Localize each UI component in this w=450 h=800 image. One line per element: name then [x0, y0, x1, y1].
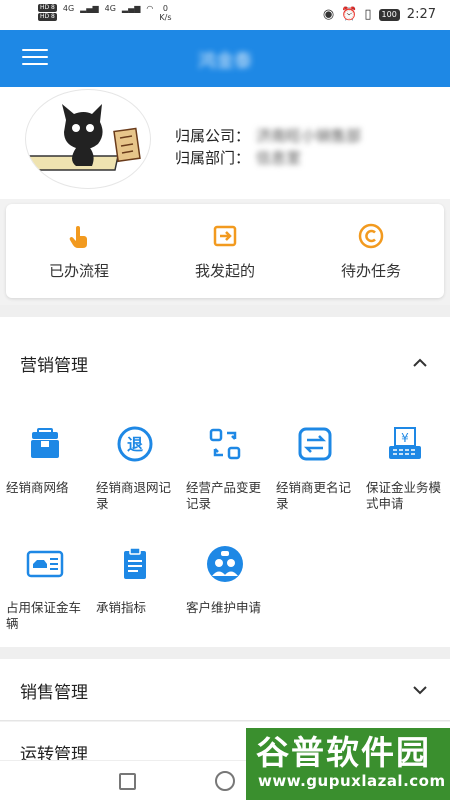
grid-item-label: 经销商退网记录	[96, 480, 172, 511]
sales-section: 销售管理	[0, 659, 450, 721]
car-card-icon	[26, 550, 64, 578]
marketing-section: 营销管理 经销商网络 退 经销商退网记录 经营产品变更记录 经销商更名记录 ¥ …	[0, 317, 450, 647]
vibrate-icon: ▯	[364, 7, 372, 22]
sim1-badge: HD 8	[38, 4, 57, 12]
svg-text:退: 退	[127, 435, 143, 454]
grid-item-deposit-vehicles[interactable]: 占用保证金车辆	[0, 544, 90, 632]
watermark-url: www.gupuxlazal.com	[258, 772, 446, 790]
sales-header[interactable]: 销售管理	[0, 659, 450, 721]
grid-item-label: 经销商网络	[6, 480, 69, 495]
battery-icon: 100	[378, 8, 400, 21]
sim-indicators: HD 8 HD 8	[38, 4, 57, 22]
net-speed-unit: K/s	[159, 13, 172, 22]
wifi-icon: ◠	[146, 4, 154, 13]
company-value: 济南旺小销售部	[256, 127, 362, 145]
eye-icon: ◉	[322, 7, 335, 22]
status-bar: HD 8 HD 8 4G ▂▄▆ 4G ▂▄▆ ◠ 0 K/s ◉ ⏰ ▯ 10…	[0, 0, 450, 30]
quick-todo-label: 待办任务	[340, 262, 401, 280]
signal-icon-1: ▂▄▆	[80, 4, 99, 13]
profile-card: 归属公司： 济南旺小销售部 归属部门： 信息室	[0, 87, 450, 199]
clock: 2:27	[406, 7, 436, 22]
grid-item-dealer-network[interactable]: 经销商网络	[0, 424, 90, 496]
grid-item-customer-maintenance[interactable]: 客户维护申请	[180, 544, 270, 616]
dept-label: 归属部门：	[175, 149, 251, 167]
app-title: 鸿金泰	[198, 51, 252, 72]
grid-item-label: 占用保证金车辆	[6, 600, 82, 631]
grid-item-label: 客户维护申请	[186, 600, 262, 615]
copyright-circle-icon	[358, 223, 384, 249]
quick-initiated[interactable]: 我发起的	[152, 204, 298, 298]
signal-icon-2: ▂▄▆	[121, 4, 141, 13]
status-left: HD 8 HD 8 4G ▂▄▆ 4G ▂▄▆ ◠ 0 K/s	[38, 4, 171, 22]
grid-item-dealer-rename[interactable]: 经销商更名记录	[270, 424, 360, 512]
quick-actions: 已办流程 我发起的 待办任务	[6, 204, 444, 298]
avatar[interactable]	[25, 89, 151, 189]
marketing-title: 营销管理	[20, 355, 88, 376]
dept-value: 信息室	[256, 149, 302, 167]
export-box-icon	[213, 225, 237, 247]
watermark-title: 谷普软件园	[256, 733, 431, 772]
grid-item-label: 经营产品变更记录	[186, 480, 262, 511]
status-right: ◉ ⏰ ▯ 100 2:27	[323, 7, 436, 22]
tui-circle-icon: 退	[117, 426, 153, 462]
alarm-icon: ⏰	[341, 7, 358, 22]
profile-info: 归属公司： 济南旺小销售部 归属部门： 信息室	[175, 125, 361, 169]
marketing-header[interactable]: 营销管理	[0, 317, 450, 409]
grid-item-label: 经销商更名记录	[276, 480, 352, 511]
chevron-up-icon	[413, 358, 427, 367]
divider	[0, 647, 450, 659]
grid-item-label: 保证金业务模式申请	[366, 480, 442, 511]
sales-title: 销售管理	[20, 682, 88, 703]
net-speed-value: 0	[162, 4, 168, 13]
network-type: 4G	[62, 4, 75, 13]
chevron-down-icon	[413, 686, 427, 695]
quick-done-flows[interactable]: 已办流程	[6, 204, 152, 298]
divider	[0, 305, 450, 317]
grid-item-dealer-exit[interactable]: 退 经销商退网记录	[90, 424, 180, 512]
hand-tap-icon	[69, 226, 87, 248]
watermark-logo: 谷普软件园 www.gupuxlazal.com	[246, 728, 450, 800]
net-speed: 0 K/s	[159, 4, 171, 22]
quick-todo[interactable]: 待办任务	[298, 204, 444, 298]
network-type-2: 4G	[104, 4, 116, 13]
svg-text:¥: ¥	[401, 431, 409, 445]
home-icon[interactable]	[215, 771, 235, 791]
briefcase-icon	[31, 428, 59, 458]
yen-register-icon: ¥	[389, 427, 421, 459]
app-bar: 鸿金泰	[0, 30, 450, 87]
sim2-badge: HD 8	[38, 13, 57, 21]
company-label: 归属公司：	[175, 127, 251, 145]
clipboard-icon	[124, 547, 146, 579]
grid-item-sales-quota[interactable]: 承销指标	[90, 544, 180, 616]
exchange-square-icon	[298, 427, 332, 461]
swap-frame-icon	[209, 428, 241, 460]
grid-item-deposit-mode[interactable]: ¥ 保证金业务模式申请	[360, 424, 450, 512]
grid-item-product-change[interactable]: 经营产品变更记录	[180, 424, 270, 512]
recents-icon[interactable]	[119, 773, 136, 790]
quick-initiated-label: 我发起的	[194, 262, 255, 280]
grid-item-label: 承销指标	[96, 600, 147, 615]
quick-done-flows-label: 已办流程	[48, 262, 109, 280]
customer-chat-icon	[207, 546, 243, 582]
